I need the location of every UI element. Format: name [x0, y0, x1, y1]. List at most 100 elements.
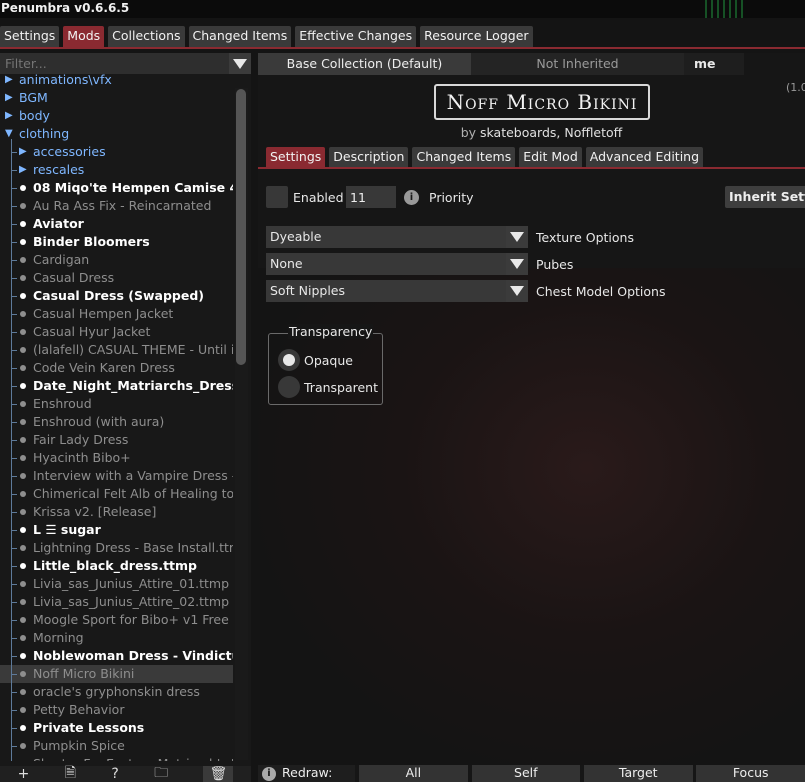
main-tab-collections[interactable]: Collections	[108, 26, 185, 47]
tree-item-label: Casual Hempen Jacket	[33, 306, 174, 321]
main-tab-resource-logger[interactable]: Resource Logger	[420, 26, 533, 47]
enabled-checkbox[interactable]	[266, 186, 288, 208]
mod-item[interactable]: Pumpkin Spice	[0, 737, 233, 755]
mod-item[interactable]: Livia_sas_Junius_Attire_01.ttmp	[0, 575, 233, 593]
folder-item[interactable]: ▶ accessories	[0, 143, 233, 161]
mod-item[interactable]: Date_Night_Matriarchs_Dress.ttmp	[0, 377, 233, 395]
folder-item[interactable]: ▶ BGM	[0, 89, 233, 107]
combo-arrow-button[interactable]	[506, 253, 528, 275]
combo-arrow-button[interactable]	[506, 280, 528, 302]
inheritance-status[interactable]: Not Inherited	[471, 53, 684, 75]
redraw-all-button[interactable]: All	[359, 765, 468, 782]
folder-item[interactable]: ▼ clothing	[0, 125, 233, 143]
tree-item-label: Aviator	[33, 216, 84, 231]
mod-item[interactable]: Casual Hyur Jacket	[0, 323, 233, 341]
import-mod-button[interactable]: 🗎	[65, 762, 76, 782]
mod-item[interactable]: Casual Dress (Swapped)	[0, 287, 233, 305]
mod-item[interactable]: oracle's gryphonskin dress	[0, 683, 233, 701]
mod-author-line: by skateboards, Noffletoff	[258, 125, 805, 140]
delete-mod-button[interactable]: 🗑	[203, 766, 234, 782]
folder-item[interactable]: ▶ body	[0, 107, 233, 125]
main-tab-settings[interactable]: Settings	[0, 26, 60, 47]
main-tab-effective-changes[interactable]: Effective Changes	[295, 26, 417, 47]
tree-item-label: Petty Behavior	[33, 702, 125, 717]
mod-item[interactable]: Enshroud (with aura)	[0, 413, 233, 431]
mod-item[interactable]: Hyacinth Bibo+	[0, 449, 233, 467]
mod-item[interactable]: Petty Behavior	[0, 701, 233, 719]
info-icon[interactable]: i	[404, 190, 419, 205]
collapsed-arrow-icon[interactable]: ▶	[19, 161, 27, 179]
tree-guide-tick	[11, 656, 17, 657]
main-tabbar: Settings Mods Collections Changed Items Effe…	[0, 26, 533, 47]
combo-arrow-button[interactable]	[506, 226, 528, 248]
mod-item[interactable]: Fair Lady Dress	[0, 431, 233, 449]
priority-input[interactable]	[346, 186, 396, 208]
option-combo-2[interactable]: Soft Nipples	[266, 280, 528, 302]
tree-item-label: Krissa v2. [Release]	[33, 504, 157, 519]
mod-item[interactable]: Cardigan	[0, 251, 233, 269]
mod-item[interactable]: Chimerical Felt Alb of Healing to Chi	[0, 485, 233, 503]
mod-tab-settings[interactable]: Settings	[266, 147, 326, 167]
collapsed-arrow-icon[interactable]: ▶	[19, 143, 27, 161]
filter-input[interactable]	[0, 53, 229, 74]
mod-item[interactable]: Livia_sas_Junius_Attire_02.ttmp	[0, 593, 233, 611]
default-collection-button[interactable]: Base Collection (Default)	[258, 53, 471, 75]
mod-tab-edit-mod[interactable]: Edit Mod	[519, 147, 582, 167]
mod-item[interactable]: Binder Bloomers	[0, 233, 233, 251]
mod-item[interactable]: Morning	[0, 629, 233, 647]
mod-item[interactable]: Krissa v2. [Release]	[0, 503, 233, 521]
bullet-icon	[20, 527, 26, 533]
mod-item[interactable]: L ☰ sugar	[0, 521, 233, 539]
collapsed-arrow-icon[interactable]: ▶	[5, 89, 13, 107]
option-combo-1[interactable]: None	[266, 253, 528, 275]
transparency-radio-transparent[interactable]	[278, 376, 300, 398]
tree-guide-tick	[11, 620, 17, 621]
mod-item[interactable]: Au Ra Ass Fix - Reincarnated	[0, 197, 233, 215]
mod-item[interactable]: Private Lessons	[0, 719, 233, 737]
transparency-radio-opaque[interactable]	[278, 349, 300, 371]
redraw-target-button[interactable]: Target	[583, 765, 693, 782]
mod-tab-description[interactable]: Description	[329, 147, 409, 167]
mod-item[interactable]: Noblewoman Dress - Vindictus Port	[0, 647, 233, 665]
mod-item[interactable]: 08 Miqo'te Hempen Camise 4 All Fre	[0, 179, 233, 197]
redraw-label: i Redraw:	[258, 765, 356, 782]
folder-item[interactable]: ▶ rescales	[0, 161, 233, 179]
mod-item[interactable]: Moogle Sport for Bibo+ v1 Free	[0, 611, 233, 629]
add-mod-button[interactable]: +	[18, 766, 30, 782]
info-icon[interactable]: i	[262, 766, 276, 781]
new-folder-button[interactable]: 🗀	[154, 762, 168, 782]
mod-item[interactable]: Interview with a Vampire Dress - All	[0, 467, 233, 485]
mod-item[interactable]: Code Vein Karen Dress	[0, 359, 233, 377]
inherit-settings-button[interactable]: Inherit Settings	[725, 186, 805, 208]
mod-list-scroll-thumb[interactable]	[236, 89, 246, 365]
tree-item-label: Hyacinth Bibo+	[33, 450, 131, 465]
mod-item[interactable]: Little_black_dress.ttmp	[0, 557, 233, 575]
mod-item[interactable]: (lalafell) CASUAL THEME - Until it's c	[0, 341, 233, 359]
option-combo-0[interactable]: Dyeable	[266, 226, 528, 248]
mod-item[interactable]: Shorter Far Eastern Matriarch's Dre	[0, 755, 233, 761]
mod-item[interactable]: Casual Hempen Jacket	[0, 305, 233, 323]
transparency-title: Transparency	[288, 324, 374, 339]
mod-item[interactable]: Enshroud	[0, 395, 233, 413]
tree-guide-tick	[11, 224, 17, 225]
filter-bar	[0, 53, 251, 74]
mod-item[interactable]: Aviator	[0, 215, 233, 233]
redraw-focus-button[interactable]: Focus	[696, 765, 805, 782]
mod-tab-advanced-editing[interactable]: Advanced Editing	[585, 147, 704, 167]
mod-list-toolbar: + 🗎 ? 🗀 🗑	[0, 765, 251, 782]
tree-item-label: Pumpkin Spice	[33, 738, 125, 753]
bullet-icon	[20, 743, 26, 749]
collapsed-arrow-icon[interactable]: ▶	[5, 107, 13, 125]
mod-tab-changed-items[interactable]: Changed Items	[412, 147, 516, 167]
tree-guide-tick	[11, 188, 17, 189]
mod-item[interactable]: Casual Dress	[0, 269, 233, 287]
main-tab-mods[interactable]: Mods	[63, 26, 105, 47]
filter-dropdown-button[interactable]	[229, 53, 251, 74]
mod-item[interactable]: Noff Micro Bikini	[0, 665, 233, 683]
main-tab-changed-items[interactable]: Changed Items	[188, 26, 292, 47]
mod-item[interactable]: Lightning Dress - Base Install.ttmp	[0, 539, 233, 557]
bullet-icon	[20, 203, 26, 209]
help-button[interactable]: ?	[111, 766, 118, 782]
redraw-self-button[interactable]: Self	[471, 765, 581, 782]
tree-guide-tick	[11, 710, 17, 711]
